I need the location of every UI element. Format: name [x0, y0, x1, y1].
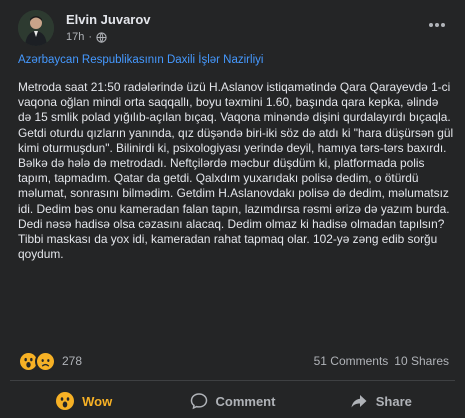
reaction-count: 278 [62, 354, 83, 368]
post-actions: Wow Comment Share [10, 387, 455, 415]
reactions-summary[interactable]: 278 [18, 350, 83, 372]
comment-icon [190, 392, 208, 410]
wow-icon [56, 392, 75, 410]
share-label: Share [375, 393, 412, 409]
wow-label: Wow [82, 393, 113, 409]
actions-divider [10, 380, 455, 381]
wow-reaction-button[interactable]: Wow [14, 392, 154, 410]
shares-count-link[interactable]: 10 Shares [394, 354, 449, 368]
engagement-counts: 51 Comments 10 Shares [314, 354, 449, 368]
separator-dot: · [88, 31, 93, 43]
linked-page-title[interactable]: Azərbaycan Respublikasının Daxili İşlər … [18, 54, 263, 66]
post-body: Metroda saat 21:50 radələrində üzü H.Asl… [18, 80, 454, 262]
facebook-post: Elvin Juvarov 17h · Azərbaycan Respublik… [0, 0, 465, 418]
author-name[interactable]: Elvin Juvarov [66, 12, 151, 28]
sad-reaction-icon [35, 350, 56, 372]
avatar[interactable] [18, 10, 54, 46]
share-icon [350, 392, 368, 410]
more-options-button[interactable] [423, 14, 451, 34]
more-horizontal-icon [428, 15, 446, 33]
comment-button[interactable]: Comment [162, 392, 302, 410]
globe-icon [96, 31, 107, 43]
comment-label: Comment [215, 393, 276, 409]
post-time[interactable]: 17h [66, 30, 84, 44]
post-header: Elvin Juvarov 17h · [18, 10, 151, 46]
post-meta: Elvin Juvarov 17h · [66, 12, 151, 44]
post-stats: 278 51 Comments 10 Shares [18, 350, 449, 372]
post-subline: 17h · [66, 30, 151, 44]
share-button[interactable]: Share [311, 392, 451, 410]
comments-count-link[interactable]: 51 Comments [314, 354, 389, 368]
